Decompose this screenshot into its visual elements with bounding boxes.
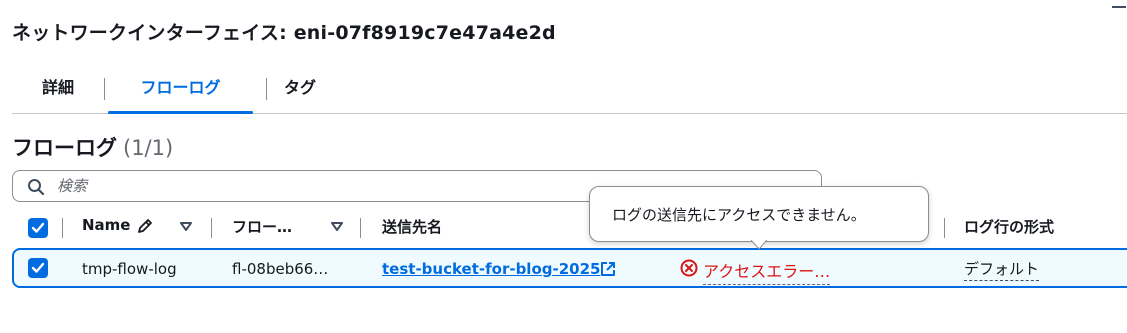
tab-tags[interactable]: タグ [270,72,330,113]
column-header-name[interactable]: Name [82,216,130,234]
sort-down-icon[interactable] [331,222,343,232]
column-divider [62,218,63,238]
select-all-checkbox[interactable] [28,218,48,238]
log-format-value[interactable]: デフォルト [964,260,1040,281]
sort-down-icon[interactable] [180,222,192,232]
column-header-log-format[interactable]: ログ行の形式 [964,216,1054,237]
page-title: ネットワークインターフェイス: eni-07f8919c7e47a4e2d [12,22,556,44]
tab-flow-logs[interactable]: フローログ [108,72,253,114]
search-icon [28,179,45,196]
window-control-icon[interactable] [1112,6,1126,8]
row-log-format: デフォルト [964,258,1040,281]
column-header-destination[interactable]: 送信先名 [382,216,442,237]
tooltip-arrow [751,240,767,250]
row-checkbox[interactable] [28,258,48,278]
section-heading: フローログ (1/1) [12,132,173,162]
pencil-icon [138,219,152,233]
section-heading-label: フローログ [12,136,117,160]
row-flow-log-id: fl-08beb66… [232,260,329,278]
tab-bar: 詳細 フローログ タグ [12,72,1127,114]
selection-count: (1/1) [123,136,174,160]
column-divider [360,218,361,238]
tooltip-text: ログの送信先にアクセスできません。 [612,206,866,224]
error-circle-icon [680,259,698,277]
checkbox-checked-icon [31,222,45,233]
column-divider [211,218,212,238]
status-error-link[interactable]: アクセスエラー… [703,258,831,285]
tab-details[interactable]: 詳細 [36,72,80,113]
external-link-icon[interactable] [600,261,616,277]
error-tooltip: ログの送信先にアクセスできません。 [589,186,929,242]
column-header-flow-log-id[interactable]: フロー… [232,216,292,237]
column-divider [944,218,945,238]
tab-divider [104,78,105,100]
tab-divider [266,78,267,100]
checkbox-checked-icon [31,262,45,273]
destination-link[interactable]: test-bucket-for-blog-2025 [382,260,600,278]
row-name: tmp-flow-log [82,260,177,278]
